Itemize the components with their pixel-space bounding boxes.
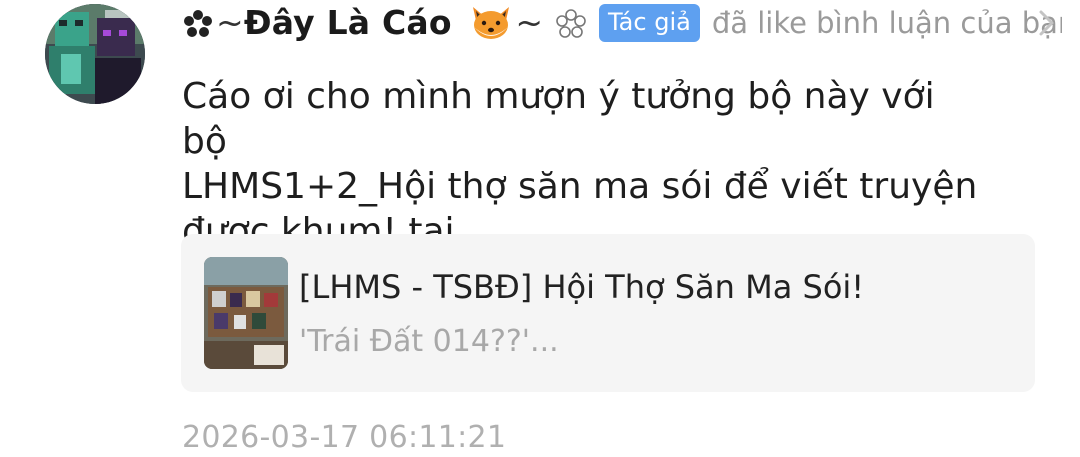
comment-line: LHMS1+2_Hội thợ săn ma sói để viết truyệ…: [182, 166, 978, 207]
comment-line: Cáo ơi cho mình mượn ý tưởng bộ này với …: [182, 76, 935, 162]
username-text: Đây Là Cáo: [243, 2, 452, 42]
like-notification[interactable]: ~Đây Là Cáo ~ Tác giả đã like bình luận …: [0, 0, 1080, 457]
story-title: [LHMS - TSBĐ] Hội Thợ Săn Ma Sói!: [299, 268, 865, 306]
user-avatar-icon: [45, 4, 145, 104]
story-thumbnail: [204, 257, 288, 369]
flower-icon: [184, 10, 212, 38]
story-cover-thumbnail: [204, 257, 288, 369]
username-prefix: ~: [216, 2, 244, 42]
fox-face-icon: [473, 7, 510, 40]
username-suffix: ~: [515, 2, 544, 42]
timestamp: 2026-03-17 06:11:21: [182, 420, 507, 455]
author-badge: Tác giả: [598, 4, 700, 42]
username[interactable]: ~Đây Là Cáo ~: [182, 3, 587, 44]
story-chapter: 'Trái Đất 014??'...: [299, 324, 559, 359]
notification-action-text: đã like bình luận của bạn: [711, 6, 1062, 40]
notification-header: ~Đây Là Cáo ~ Tác giả đã like bình luận …: [182, 0, 1062, 46]
chevron-right-icon[interactable]: [1036, 8, 1058, 38]
story-card[interactable]: [LHMS - TSBĐ] Hội Thợ Săn Ma Sói! 'Trái …: [181, 234, 1035, 392]
flower-outline-icon: [556, 9, 586, 39]
comment-text: Cáo ơi cho mình mượn ý tưởng bộ này với …: [182, 74, 982, 254]
user-avatar[interactable]: [45, 4, 145, 104]
